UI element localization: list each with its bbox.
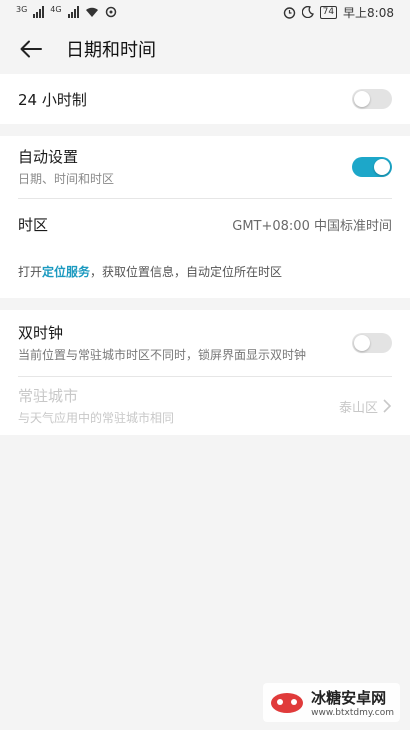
section-gap [0,124,410,136]
watermark-title: 冰糖安卓网 [311,689,387,707]
resident-city-sub: 与天气应用中的常驻城市相同 [18,411,175,425]
resident-city-value-wrap: 泰山区 [339,397,392,416]
row-timezone[interactable]: 时区 GMT+08:00 中国标准时间 [0,199,410,249]
location-service-link[interactable]: 定位服务 [42,265,90,279]
watermark: 冰糖安卓网 www.btxtdmy.com [263,683,400,722]
resident-city-label: 常驻城市 [18,387,79,405]
section-auto: 自动设置 日期、时间和时区 时区 GMT+08:00 中国标准时间 打开定位服务… [0,136,410,298]
chevron-right-icon [383,399,392,413]
network-type-2: 4G [50,5,62,14]
status-time: 早上8:08 [343,5,394,20]
section-24h: 24 小时制 [0,74,410,124]
watermark-text: 冰糖安卓网 www.btxtdmy.com [311,687,394,718]
hour24-label: 24 小时制 [18,90,87,109]
watermark-logo-icon [271,692,304,713]
location-hint: 打开定位服务，获取位置信息，自动定位所在时区 [0,249,410,298]
row-24-hour[interactable]: 24 小时制 [0,74,410,124]
app-bar: 日期和时间 [0,24,410,74]
arrow-left-icon [20,40,42,58]
wifi-icon [85,7,98,17]
dual-clock-label: 双时钟 [18,324,64,342]
resident-city-value: 泰山区 [338,400,378,416]
auto-sub: 日期、时间和时区 [18,172,115,186]
row-dual-clock[interactable]: 双时钟 当前位置与常驻城市时区不同时，锁屏界面显示双时钟 [0,310,410,376]
hint-suffix: ，获取位置信息，自动定位所在时区 [90,265,283,279]
section-gap-2 [0,298,410,310]
battery-icon: 74 [319,5,338,19]
dual-clock-sub: 当前位置与常驻城市时区不同时，锁屏界面显示双时钟 [18,348,307,362]
timezone-label: 时区 [18,215,49,234]
hour24-toggle[interactable] [352,89,392,109]
status-bar: 3G 4G 74 早上8:08 [0,0,410,24]
hint-prefix: 打开 [18,265,43,279]
status-left: 3G 4G [16,6,117,18]
back-button[interactable] [18,36,44,62]
page-title: 日期和时间 [66,40,156,61]
signal-icon-1 [33,6,45,18]
row-auto-set[interactable]: 自动设置 日期、时间和时区 [0,136,410,198]
moon-icon [301,6,314,18]
auto-label: 自动设置 [18,148,79,166]
timezone-value: GMT+08:00 中国标准时间 [232,218,392,234]
watermark-url: www.btxtdmy.com [311,708,394,718]
alarm-icon [283,6,295,19]
auto-toggle[interactable] [352,157,392,177]
status-right: 74 早上8:08 [283,4,394,21]
section-dual-clock: 双时钟 当前位置与常驻城市时区不同时，锁屏界面显示双时钟 常驻城市 与天气应用中… [0,310,410,435]
network-type-1: 3G [16,5,28,14]
sync-icon [105,6,116,18]
row-resident-city: 常驻城市 与天气应用中的常驻城市相同 泰山区 [0,377,410,435]
dual-clock-toggle[interactable] [352,333,392,353]
signal-icon-2 [67,6,79,18]
